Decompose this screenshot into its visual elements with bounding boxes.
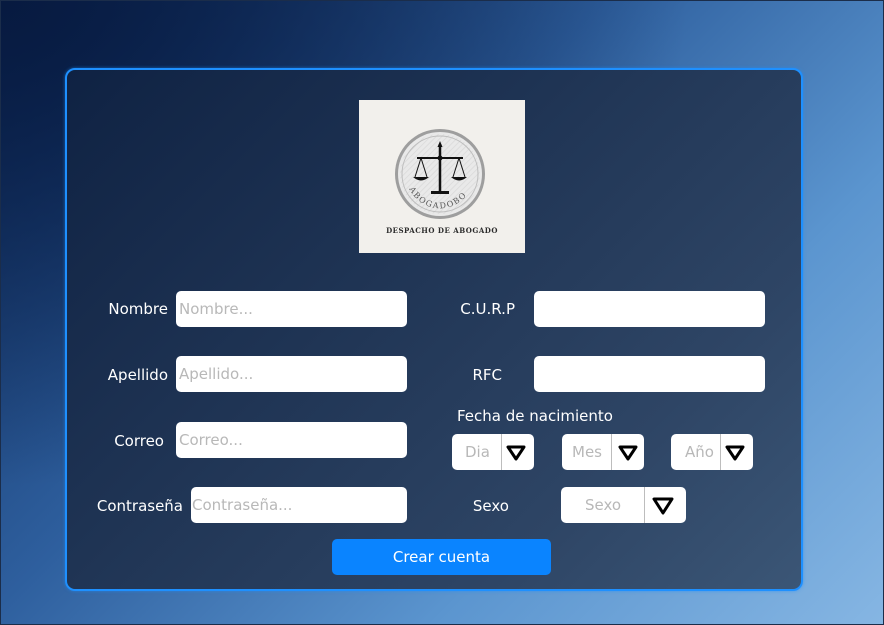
dia-select-value: Dia: [465, 443, 490, 461]
triangle-down-icon: [506, 445, 526, 461]
mes-select[interactable]: Mes: [562, 434, 644, 470]
triangle-down-icon: [618, 445, 638, 461]
correo-input[interactable]: [176, 422, 407, 458]
logo-caption: DESPACHO DE ABOGADO: [386, 226, 498, 235]
dia-select[interactable]: Dia: [452, 434, 534, 470]
nombre-label: Nombre: [108, 300, 168, 318]
contrasena-label: Contraseña: [96, 497, 183, 515]
logo: ABOGADOBOT DESPACHO DE ABOGADO: [359, 100, 525, 253]
curp-label: C.U.R.P: [460, 300, 515, 318]
mes-select-value: Mes: [572, 443, 602, 461]
password-input[interactable]: [191, 487, 407, 523]
rfc-label: RFC: [472, 366, 502, 384]
fecha-nacimiento-label: Fecha de nacimiento: [457, 407, 613, 425]
nombre-input[interactable]: [176, 291, 407, 327]
sexo-label: Sexo: [472, 497, 509, 515]
triangle-down-icon: [725, 445, 745, 461]
correo-label: Correo: [114, 432, 164, 450]
curp-input[interactable]: [534, 291, 765, 327]
registration-card: ABOGADOBOT DESPACHO DE ABOGADO Nombre Ap…: [65, 68, 803, 591]
triangle-down-icon: [652, 497, 674, 515]
rfc-input[interactable]: [534, 356, 765, 392]
apellido-label: Apellido: [107, 366, 168, 384]
sexo-select-value: Sexo: [585, 496, 622, 514]
anio-select-value: Año: [685, 443, 714, 461]
crear-cuenta-button[interactable]: Crear cuenta: [332, 539, 551, 575]
anio-select[interactable]: Año: [671, 434, 753, 470]
sexo-select[interactable]: Sexo: [561, 487, 686, 523]
apellido-input[interactable]: [176, 356, 407, 392]
